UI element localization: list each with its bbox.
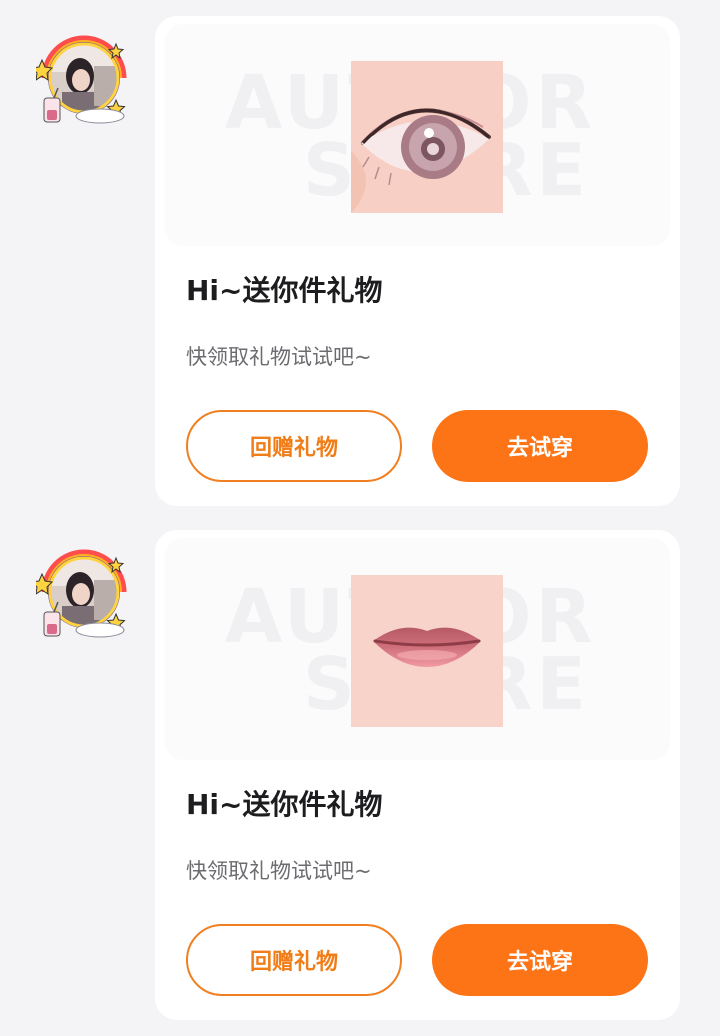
gift-title: Hi~送你件礼物 (186, 274, 383, 307)
return-gift-button[interactable]: 回赠礼物 (186, 410, 402, 482)
sender-avatar[interactable] (30, 544, 132, 640)
sender-avatar[interactable] (30, 30, 132, 126)
gift-title: Hi~送你件礼物 (186, 788, 383, 821)
gift-message: AUTHOR STORE Hi~送你件礼物 快领取礼物试试吧~ 回赠礼物 去试穿 (0, 16, 720, 516)
avatar-frame-icon (30, 549, 127, 638)
lip-makeup-image[interactable] (351, 575, 503, 727)
avatar-frame-icon (30, 35, 127, 124)
gift-banner: AUTHOR STORE (165, 538, 670, 760)
gift-subtitle: 快领取礼物试试吧~ (186, 345, 372, 369)
gift-message: AUTHOR STORE Hi~送你件礼物 快领取礼物试试吧~ 回赠礼物 去试穿 (0, 530, 720, 1030)
gift-card: AUTHOR STORE Hi~送你件礼物 快领取礼物试试吧~ 回赠礼物 去试穿 (155, 530, 680, 1020)
gift-subtitle: 快领取礼物试试吧~ (186, 859, 372, 883)
gift-banner: AUTHOR STORE (165, 24, 670, 246)
try-on-button[interactable]: 去试穿 (432, 410, 648, 482)
try-on-button[interactable]: 去试穿 (432, 924, 648, 996)
return-gift-button[interactable]: 回赠礼物 (186, 924, 402, 996)
eye-makeup-image[interactable] (351, 61, 503, 213)
gift-card: AUTHOR STORE Hi~送你件礼物 快领取礼物试试吧~ 回赠礼物 去试穿 (155, 16, 680, 506)
